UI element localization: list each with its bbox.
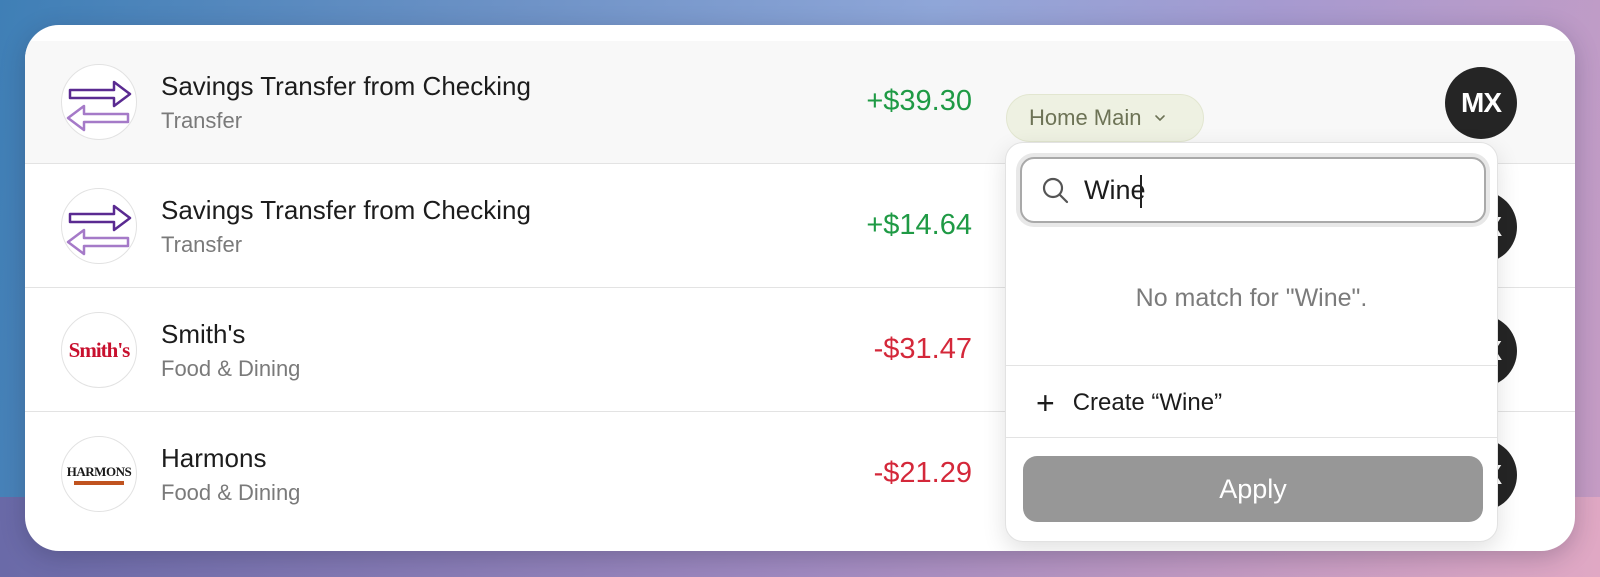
create-option-label: Create “Wine” xyxy=(1072,389,1223,416)
transaction-amount: -$31.47 xyxy=(873,333,972,365)
transaction-name: Harmons xyxy=(161,443,267,473)
harmons-logo: HARMONS xyxy=(61,436,137,512)
search-field[interactable] xyxy=(1020,157,1486,223)
apply-button[interactable]: Apply xyxy=(1023,456,1483,522)
smiths-logo: Smith's xyxy=(61,312,137,388)
transaction-name: Smith's xyxy=(161,319,246,349)
transactions-card: Savings Transfer from Checking Transfer … xyxy=(25,25,1575,551)
smiths-logo-text: Smith's xyxy=(68,337,131,362)
account-selector-label: Home Main xyxy=(1029,105,1142,130)
account-dropdown: No match for "Wine". + Create “Wine” App… xyxy=(1005,142,1498,542)
transaction-amount: -$21.29 xyxy=(873,457,972,489)
transfer-icon xyxy=(61,64,137,140)
plus-icon: + xyxy=(1036,385,1055,421)
chevron-down-icon xyxy=(1155,115,1166,122)
transaction-category: Food & Dining xyxy=(161,480,301,505)
divider xyxy=(1006,437,1497,438)
transaction-name: Savings Transfer from Checking xyxy=(161,71,531,101)
transaction-category: Food & Dining xyxy=(161,356,301,381)
divider xyxy=(1006,365,1497,366)
harmons-logo-band xyxy=(74,480,124,485)
text-caret xyxy=(1140,175,1142,208)
avatar[interactable]: MX xyxy=(1445,67,1517,139)
transfer-icon xyxy=(61,188,137,264)
transaction-name: Savings Transfer from Checking xyxy=(161,195,531,225)
transaction-amount: +$39.30 xyxy=(866,85,972,117)
transaction-amount: +$14.64 xyxy=(866,209,972,241)
no-match-message: No match for "Wine". xyxy=(1135,284,1368,312)
transaction-category: Transfer xyxy=(161,108,243,133)
search-icon xyxy=(1042,177,1069,204)
account-selector-button[interactable]: Home Main xyxy=(1006,94,1204,142)
transaction-category: Transfer xyxy=(161,232,243,257)
create-option[interactable]: + Create “Wine” xyxy=(1036,387,1222,419)
harmons-logo-text: HARMONS xyxy=(66,463,132,479)
